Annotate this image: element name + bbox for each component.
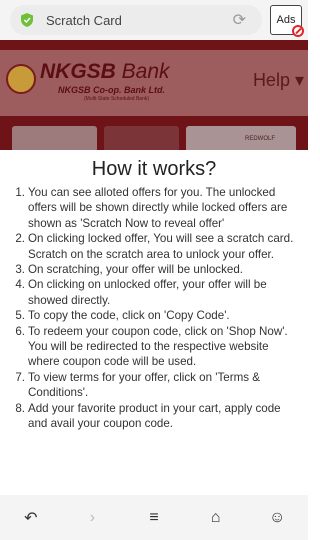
bank-name: NKGSB Bank	[40, 60, 170, 84]
step-text: To view terms for your offer, click on '…	[28, 370, 261, 400]
offer-banner	[104, 126, 179, 150]
back-icon[interactable]: ↶	[11, 498, 51, 538]
step-text: You can see alloted offers for you. The …	[28, 186, 288, 230]
browser-bottom-nav: ↶ › ≡ ⌂ ☺	[0, 495, 308, 540]
step-text: To copy the code, click on 'Copy Code'.	[28, 309, 230, 323]
step-text: Add your favorite product in your cart, …	[28, 401, 281, 431]
list-item: 7. To view terms for your offer, click on…	[8, 370, 300, 401]
steps-list: 1. You can see alloted offers for you. Th…	[0, 185, 308, 432]
step-number: 3.	[15, 263, 25, 277]
offer-banner	[12, 126, 97, 150]
page-title: Scratch Card	[46, 12, 122, 28]
shield-icon	[21, 13, 33, 27]
bank-name-bold: NKGSB	[40, 60, 116, 83]
step-number: 4.	[15, 278, 25, 292]
page: Scratch Card ⟳ Ads NKGSB Bank NKGSB Co-o…	[0, 0, 308, 540]
step-text: On scratching, your offer will be unlock…	[28, 263, 244, 277]
step-number: 8.	[15, 401, 25, 415]
how-it-works-modal: How it works? 1. You can see alloted offe…	[0, 150, 308, 495]
list-item: 3. On scratching, your offer will be unlo…	[8, 262, 300, 277]
reload-icon[interactable]: ⟳	[233, 10, 246, 30]
modal-title: How it works?	[91, 158, 217, 180]
step-text: To redeem your coupon code, click on 'Sh…	[28, 324, 288, 369]
list-item: 6. To redeem your coupon code, click on '…	[8, 324, 300, 370]
bank-name-rest: Bank	[115, 60, 170, 83]
list-item: 1. You can see alloted offers for you. Th…	[8, 185, 300, 231]
website-background: NKGSB Bank NKGSB Co-op. Bank Ltd. (Multi…	[0, 40, 308, 150]
step-text: On clicking locked offer, You will see a…	[28, 232, 294, 261]
help-menu[interactable]: Help ▾	[253, 70, 304, 91]
list-item: 8. Add your favorite product in your cart…	[8, 401, 300, 432]
offer-banner	[186, 126, 296, 150]
no-sign-icon	[292, 25, 304, 37]
forward-icon[interactable]: ›	[72, 498, 112, 538]
list-item: 5. To copy the code, click on 'Copy Code'…	[8, 308, 300, 323]
home-icon[interactable]: ⌂	[196, 498, 236, 538]
ads-block-button[interactable]: Ads	[270, 5, 304, 37]
step-number: 2.	[15, 232, 25, 246]
bank-subtitle: NKGSB Co-op. Bank Ltd.	[58, 85, 165, 95]
banner-text: REDWOLF	[245, 136, 275, 142]
step-number: 1.	[15, 186, 25, 199]
step-text: On clicking on unlocked offer, your offe…	[28, 278, 267, 307]
bank-logo-icon	[6, 64, 36, 94]
step-number: 5.	[15, 309, 25, 323]
browser-toolbar: Scratch Card ⟳ Ads	[0, 0, 308, 40]
step-number: 7.	[15, 370, 25, 384]
list-item: 2. On clicking locked offer, You will see…	[8, 231, 300, 262]
ads-label: Ads	[276, 14, 296, 26]
address-bar[interactable]: Scratch Card ⟳	[10, 5, 262, 35]
step-number: 6.	[15, 324, 25, 338]
list-item: 4. On clicking on unlocked offer, your of…	[8, 277, 300, 308]
bank-note: (Multi-State Scheduled Bank)	[84, 96, 150, 102]
menu-icon[interactable]: ≡	[134, 498, 174, 538]
tabs-icon[interactable]: ☺	[257, 498, 297, 538]
